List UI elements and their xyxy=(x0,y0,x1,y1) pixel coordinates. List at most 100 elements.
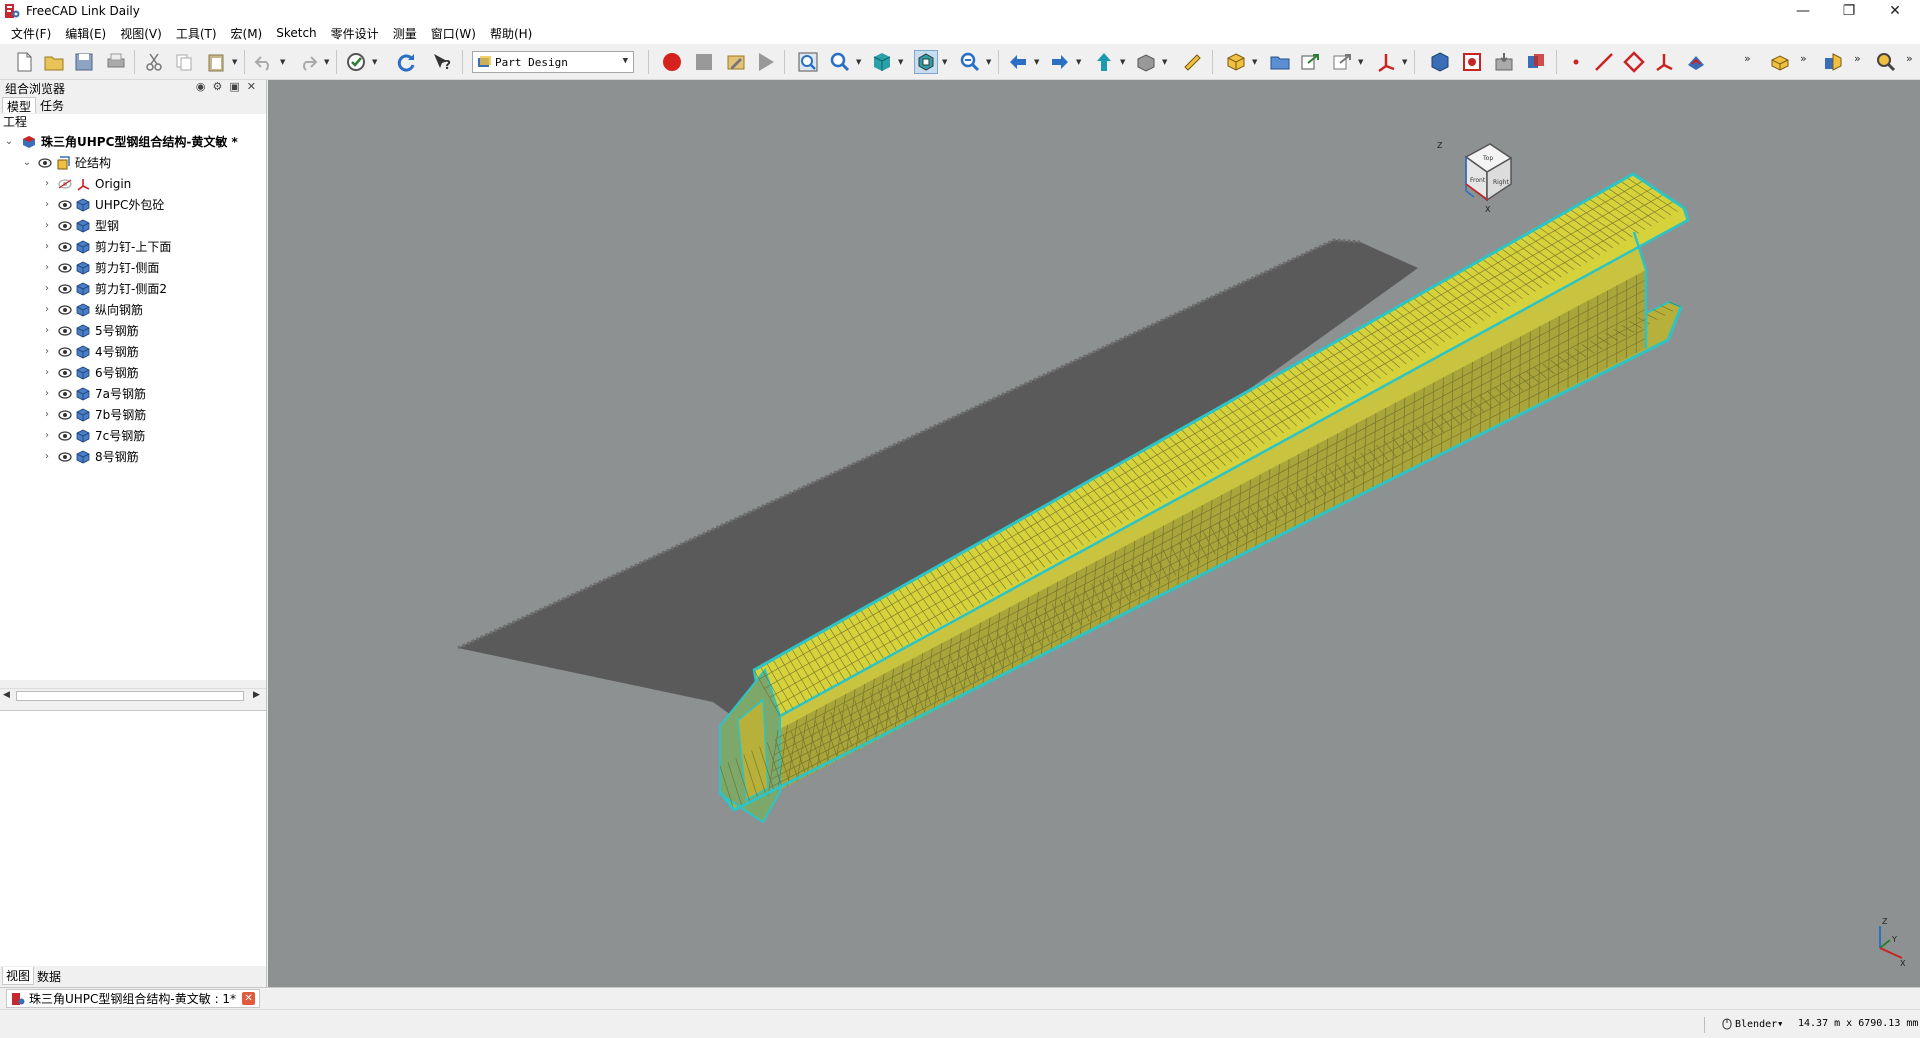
plane-icon[interactable] xyxy=(1622,50,1646,74)
chevron-down-icon[interactable]: ▼ xyxy=(1402,58,1409,66)
chevron-down-icon[interactable]: ▼ xyxy=(280,58,287,66)
minimize-button[interactable]: — xyxy=(1780,0,1826,22)
visibility-eye-icon[interactable] xyxy=(58,262,72,273)
visibility-eye-icon[interactable] xyxy=(58,220,72,231)
tree-item-row[interactable]: › 6号钢筋 xyxy=(42,362,139,383)
chevron-right-icon[interactable]: › xyxy=(42,262,52,273)
chevron-down-icon[interactable]: ▼ xyxy=(1120,58,1127,66)
visibility-eye-icon[interactable] xyxy=(58,283,72,294)
chevron-down-icon[interactable]: ▼ xyxy=(232,58,239,66)
gear-icon[interactable]: ⚙ xyxy=(213,80,223,93)
sketch-icon[interactable] xyxy=(1684,50,1708,74)
close-icon[interactable]: ✕ xyxy=(242,992,256,1005)
measure-box-icon[interactable] xyxy=(1134,50,1158,74)
menu-measure[interactable]: 测量 xyxy=(386,25,424,42)
shape-binder-icon[interactable] xyxy=(1460,50,1484,74)
group-icon[interactable] xyxy=(1268,50,1292,74)
chevron-right-icon[interactable]: › xyxy=(42,451,52,462)
toolbar-overflow-icon[interactable]: » xyxy=(1744,52,1751,65)
visibility-eye-icon[interactable] xyxy=(58,388,72,399)
recompute-check-icon[interactable] xyxy=(344,50,368,74)
tree-item-row[interactable]: › 纵向钢筋 xyxy=(42,299,143,320)
redo-icon[interactable] xyxy=(296,50,320,74)
scrollbar-thumb[interactable] xyxy=(16,691,244,701)
chevron-down-icon[interactable]: ▼ xyxy=(856,58,863,66)
fit-all-icon[interactable] xyxy=(796,50,820,74)
tree-item-row[interactable]: › 剪力钉-侧面 xyxy=(42,257,159,278)
tree-item-row[interactable]: › 4号钢筋 xyxy=(42,341,139,362)
tree-item-row[interactable]: › Origin xyxy=(42,173,131,194)
tree-item-row[interactable]: › 8号钢筋 xyxy=(42,446,139,467)
close-icon[interactable]: ✕ xyxy=(247,80,256,93)
zoom-icon[interactable] xyxy=(828,50,852,74)
scroll-right-icon[interactable]: ▶ xyxy=(253,690,260,700)
navigation-cube[interactable]: Top Front Right Z X xyxy=(1437,141,1513,214)
chevron-right-icon[interactable]: › xyxy=(42,199,52,210)
chevron-down-icon[interactable]: ▼ xyxy=(324,58,331,66)
whats-this-icon[interactable]: ? xyxy=(430,50,454,74)
chevron-right-icon[interactable]: › xyxy=(42,409,52,420)
visibility-eye-icon[interactable] xyxy=(58,325,72,336)
copy-icon[interactable] xyxy=(172,50,196,74)
macro-record-icon[interactable] xyxy=(660,50,684,74)
navigation-style-button[interactable]: Blender ▼ xyxy=(1722,1018,1782,1030)
visibility-eye-icon[interactable] xyxy=(58,346,72,357)
save-icon[interactable] xyxy=(72,50,96,74)
cut-icon[interactable] xyxy=(142,50,166,74)
tree-body-row[interactable]: ⌄ 砼结构 xyxy=(22,152,111,173)
visibility-eye-icon[interactable] xyxy=(58,430,72,441)
tree-item-row[interactable]: › 5号钢筋 xyxy=(42,320,139,341)
chevron-right-icon[interactable]: › xyxy=(42,430,52,441)
menu-tools[interactable]: 工具(T) xyxy=(169,25,224,42)
visibility-eye-icon[interactable] xyxy=(58,241,72,252)
visibility-hidden-icon[interactable] xyxy=(58,178,72,189)
paste-icon[interactable] xyxy=(204,50,228,74)
menu-window[interactable]: 窗口(W) xyxy=(424,25,483,42)
visibility-eye-icon[interactable] xyxy=(58,409,72,420)
macro-run-icon[interactable] xyxy=(754,50,778,74)
chevron-down-icon[interactable]: ⌄ xyxy=(22,157,32,168)
tree-horizontal-scrollbar[interactable]: ◀ ▶ xyxy=(0,688,266,703)
feature-icon[interactable] xyxy=(1822,50,1846,74)
float-icon[interactable]: ▣ xyxy=(229,80,239,93)
workbench-selector[interactable]: Part Design ▼ xyxy=(472,51,634,73)
document-tab[interactable]: 珠三角UHPC型钢组合结构-黄文敏 : 1* ✕ xyxy=(6,989,261,1008)
part-icon[interactable] xyxy=(1224,50,1248,74)
line-icon[interactable] xyxy=(1592,50,1616,74)
chevron-down-icon[interactable]: ▼ xyxy=(1034,58,1041,66)
link-import-icon[interactable] xyxy=(1330,50,1354,74)
open-icon[interactable] xyxy=(42,50,66,74)
print-icon[interactable] xyxy=(104,50,128,74)
tree-item-row[interactable]: › 7c号钢筋 xyxy=(42,425,145,446)
refresh-icon[interactable] xyxy=(394,50,418,74)
link-icon[interactable] xyxy=(1298,50,1322,74)
chevron-down-icon[interactable]: ▼ xyxy=(1162,58,1169,66)
chevron-right-icon[interactable]: › xyxy=(42,346,52,357)
menu-sketch[interactable]: Sketch xyxy=(269,26,323,40)
macro-stop-icon[interactable] xyxy=(692,50,716,74)
datum-icon[interactable] xyxy=(1374,50,1398,74)
nav-up-icon[interactable] xyxy=(1092,50,1116,74)
visibility-eye-icon[interactable] xyxy=(58,451,72,462)
chevron-right-icon[interactable]: › xyxy=(42,325,52,336)
pin-icon[interactable]: ◉ xyxy=(196,80,206,93)
chevron-right-icon[interactable]: › xyxy=(42,241,52,252)
chevron-right-icon[interactable]: › xyxy=(42,283,52,294)
nav-back-icon[interactable] xyxy=(1006,50,1030,74)
menu-help[interactable]: 帮助(H) xyxy=(483,25,539,42)
chevron-right-icon[interactable]: › xyxy=(42,388,52,399)
visibility-eye-icon[interactable] xyxy=(58,304,72,315)
menu-file[interactable]: 文件(F) xyxy=(4,25,58,42)
draw-style-icon[interactable] xyxy=(914,50,938,74)
menu-macro[interactable]: 宏(M) xyxy=(224,25,270,42)
chevron-down-icon[interactable]: ▼ xyxy=(898,58,905,66)
close-button[interactable]: ✕ xyxy=(1872,0,1918,22)
tree-item-row[interactable]: › 剪力钉-侧面2 xyxy=(42,278,167,299)
macro-edit-icon[interactable] xyxy=(724,50,748,74)
chevron-right-icon[interactable]: › xyxy=(42,304,52,315)
measure-icon[interactable] xyxy=(1180,50,1204,74)
local-cs-icon[interactable] xyxy=(1652,50,1676,74)
undo-icon[interactable] xyxy=(252,50,276,74)
property-view[interactable] xyxy=(0,710,266,966)
3d-viewport[interactable]: Top Front Right Z X Z Y X xyxy=(268,80,1920,987)
